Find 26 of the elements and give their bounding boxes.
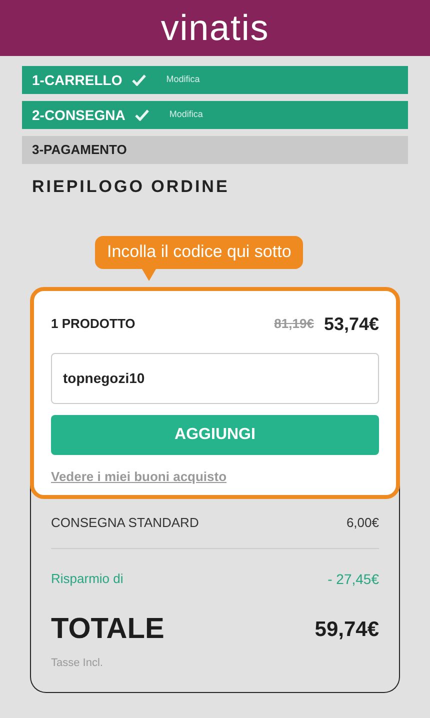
tooltip-pointer-icon <box>142 268 156 280</box>
total-value: 59,74€ <box>314 616 379 642</box>
tooltip: Incolla il codice qui sotto <box>95 236 304 268</box>
vouchers-link[interactable]: Vedere i miei buoni acquisto <box>51 468 227 484</box>
step-label: 2-CONSEGNA <box>32 106 126 124</box>
edit-link[interactable]: Modifica <box>166 73 200 87</box>
add-button[interactable]: AGGIUNGI <box>51 414 379 454</box>
tax-note: Tasse Incl. <box>51 656 104 671</box>
section-title: RIEPILOGO ORDINE <box>32 176 230 198</box>
check-icon <box>132 74 146 86</box>
shipping-label: CONSEGNA STANDARD <box>51 514 199 532</box>
price: 53,74€ <box>324 312 379 336</box>
old-price: 81,19€ <box>274 315 314 334</box>
savings-value: - 27,45€ <box>328 570 379 588</box>
step-bar[interactable]: 1-CARRELLO Modifica <box>22 66 408 94</box>
step-label: 1-CARRELLO <box>32 70 122 90</box>
product-count: 1 PRODOTTO <box>51 315 136 334</box>
savings-label: Risparmio di <box>51 570 124 588</box>
edit-link[interactable]: Modifica <box>169 108 203 122</box>
step-bar[interactable]: 2-CONSEGNA Modifica <box>22 101 408 129</box>
logo[interactable]: vinatis <box>160 10 270 46</box>
step-label: 3-PAGAMENTO <box>32 141 127 160</box>
shipping-price: 6,00€ <box>346 514 379 532</box>
total-label: TOTALE <box>51 612 164 646</box>
coupon-field[interactable]: topnegozi10 <box>51 352 379 404</box>
check-icon <box>135 109 150 121</box>
